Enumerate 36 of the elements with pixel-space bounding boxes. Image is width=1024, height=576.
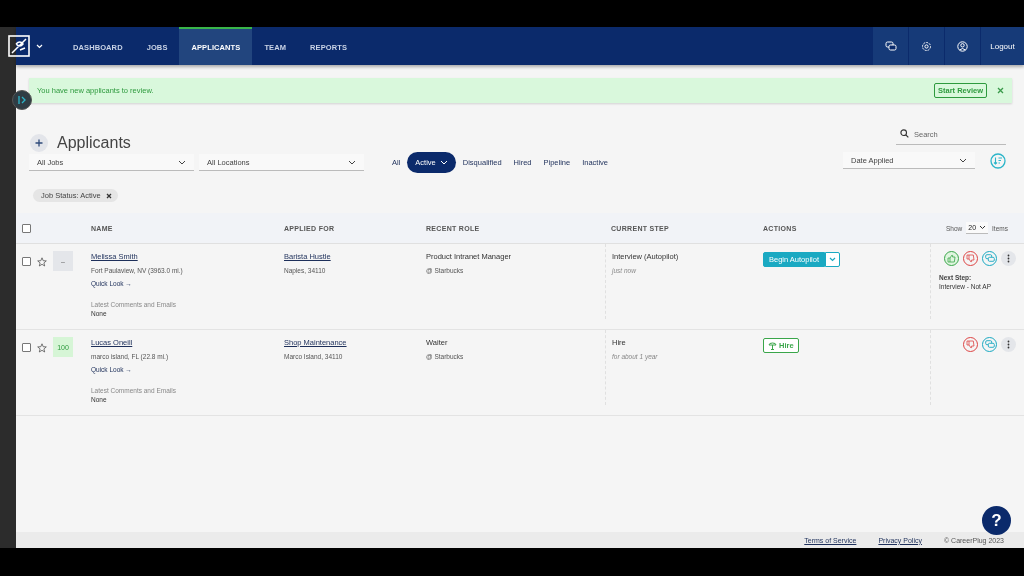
caret-icon xyxy=(979,225,987,230)
thumbs-down-icon xyxy=(966,254,975,263)
caret-icon xyxy=(178,159,186,165)
chat-icon[interactable] xyxy=(872,27,908,65)
row-checkbox[interactable] xyxy=(22,257,31,266)
user-icon[interactable] xyxy=(944,27,980,65)
caret-icon xyxy=(439,160,448,165)
select-all-checkbox[interactable] xyxy=(22,223,31,233)
more-icon xyxy=(1007,340,1010,349)
caret-icon xyxy=(959,157,967,163)
more-options-button[interactable] xyxy=(1001,337,1016,352)
plus-icon xyxy=(35,139,43,147)
caret-icon xyxy=(348,159,356,165)
logout-button[interactable]: Logout xyxy=(980,27,1024,65)
chat-icon xyxy=(984,340,995,349)
thumbs-down-icon xyxy=(966,340,975,349)
more-options-button[interactable] xyxy=(1001,251,1016,266)
help-button[interactable]: ? xyxy=(982,506,1011,535)
settings-icon[interactable] xyxy=(908,27,944,65)
add-button[interactable] xyxy=(30,134,48,152)
close-icon[interactable] xyxy=(997,87,1004,94)
remove-icon[interactable] xyxy=(105,192,112,199)
thumbs-up-button[interactable] xyxy=(944,251,959,266)
sort-order-icon[interactable] xyxy=(990,152,1006,169)
dropdown-caret-button[interactable] xyxy=(825,252,841,267)
thumbs-up-icon xyxy=(947,254,956,263)
plant-icon xyxy=(768,341,777,350)
chat-icon xyxy=(984,254,995,263)
caret-icon xyxy=(829,257,837,262)
star-icon[interactable] xyxy=(37,257,47,267)
caret-icon[interactable] xyxy=(36,43,43,49)
search-icon xyxy=(900,129,909,138)
star-icon[interactable] xyxy=(37,343,47,353)
more-icon xyxy=(1007,254,1010,263)
row-checkbox[interactable] xyxy=(22,343,31,352)
page-title: Applicants xyxy=(57,134,131,152)
